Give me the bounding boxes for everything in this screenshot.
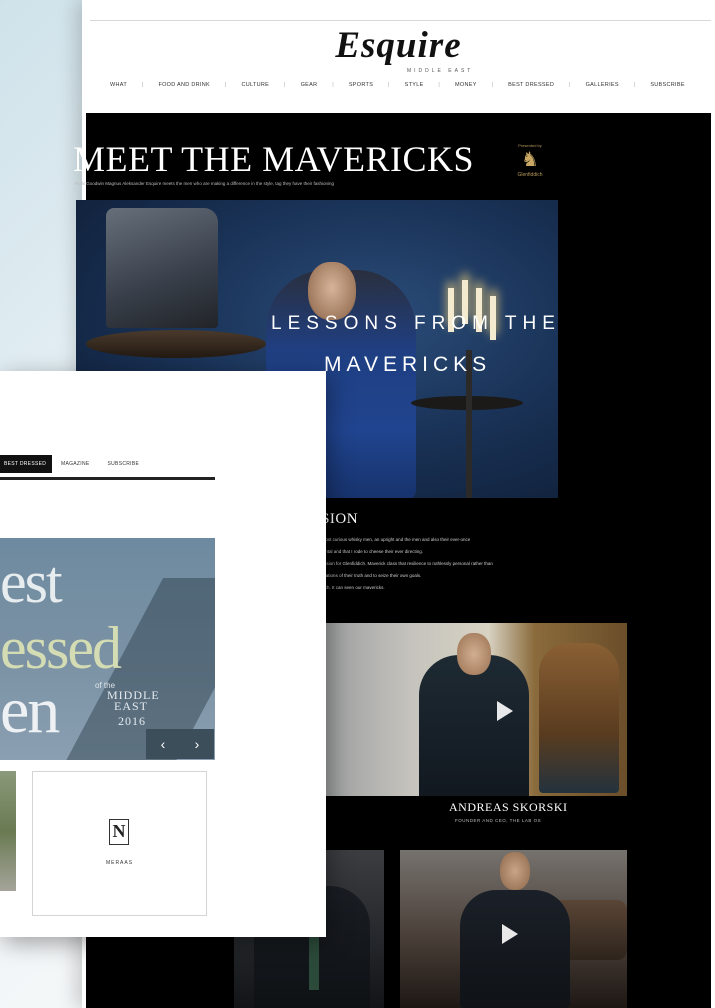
card-role: FOUNDER AND CEO, THE LAB OS <box>455 818 542 823</box>
seated-man-image <box>460 890 570 1008</box>
nav-item-galleries[interactable]: GALLERIES <box>586 82 619 88</box>
hero-overlay-line2: MAVERICKS <box>324 353 492 376</box>
banner-line1: est <box>0 549 63 615</box>
carousel-controls: ‹ › <box>146 729 214 759</box>
chevron-left-icon[interactable]: ‹ <box>146 729 180 759</box>
nav-separator: | <box>141 82 144 88</box>
meraas-logo-name: MERAAS <box>105 860 134 866</box>
nav-separator: | <box>568 82 571 88</box>
hero-subtitle: Rolls Goodwin Magnus Aleksander Esquire … <box>75 181 335 186</box>
maverick-card-4[interactable] <box>400 850 627 1008</box>
best-dressed-banner[interactable]: est essed en of the MIDDLE EAST 2016 <box>0 538 215 760</box>
banner-line2: essed <box>0 615 122 681</box>
tab-subscribe[interactable]: SUBSCRIBE <box>99 455 149 473</box>
nav-item-sports[interactable]: SPORTS <box>349 82 373 88</box>
man-in-suit-image <box>419 655 529 796</box>
meraas-thumbnail[interactable]: N MERAAS <box>32 771 207 916</box>
banner-year: 2016 <box>118 714 146 728</box>
nav-item-gear[interactable]: GEAR <box>301 82 318 88</box>
tab-best-dressed[interactable]: BEST DRESSED <box>0 455 52 473</box>
chevron-right-icon[interactable]: › <box>180 729 214 759</box>
nav-separator: | <box>332 82 334 88</box>
man-head-image <box>308 262 356 320</box>
nav-separator: | <box>633 82 636 88</box>
thumbnail-image[interactable] <box>0 771 16 891</box>
man-head-image <box>500 852 530 890</box>
esquire-logo[interactable]: Esquire <box>82 24 715 67</box>
meraas-logo-icon: N <box>109 819 129 845</box>
hero-overlay-line1: LESSONS FROM THE <box>271 313 558 334</box>
logo-subtitle: MIDDLE EAST <box>407 68 474 74</box>
nav-item-what[interactable]: WHAT <box>110 82 127 88</box>
stag-icon: ♞ <box>521 149 539 171</box>
banner-middle-east: MIDDLE EAST <box>107 688 160 713</box>
nav-separator: | <box>438 82 441 88</box>
tab-magazine[interactable]: MAGAZINE <box>52 455 99 473</box>
divider <box>0 477 215 480</box>
nav-separator: | <box>284 82 286 88</box>
top-navigation: WHAT | FOOD AND DRINK | CULTURE | GEAR | SPO… <box>110 82 685 88</box>
play-icon[interactable] <box>502 924 518 944</box>
nav-item-money[interactable]: MONEY <box>455 82 477 88</box>
card-name: ANDREAS SKORSKI <box>449 800 568 814</box>
hero-title: MEET THE MAVERICKS <box>73 139 475 179</box>
best-dressed-page: BEST DRESSED MAGAZINE SUBSCRIBE est esse… <box>0 371 326 937</box>
nav-separator: | <box>388 82 390 88</box>
round-table-image <box>86 330 266 358</box>
sponsor-brand: Glenfiddich <box>517 172 543 178</box>
stag-portrait-image <box>539 643 619 793</box>
divider <box>90 20 711 21</box>
nav-item-best-dressed[interactable]: BEST DRESSED <box>508 82 554 88</box>
sponsor-logo[interactable]: Presented by ♞ Glenfiddich <box>512 143 548 189</box>
maverick-card-andreas[interactable] <box>319 623 627 796</box>
nav-item-culture[interactable]: CULTURE <box>241 82 269 88</box>
throne-chair-image <box>106 208 218 328</box>
banner-line3: en <box>0 674 60 747</box>
overlay-nav: BEST DRESSED MAGAZINE SUBSCRIBE <box>0 455 215 473</box>
nav-item-style[interactable]: STYLE <box>405 82 424 88</box>
nav-separator: | <box>224 82 227 88</box>
nav-item-subscribe[interactable]: SUBSCRIBE <box>650 82 685 88</box>
play-icon[interactable] <box>497 701 513 721</box>
nav-separator: | <box>491 82 494 88</box>
man-head-image <box>457 633 491 675</box>
nav-item-food-and-drink[interactable]: FOOD AND DRINK <box>158 82 210 88</box>
